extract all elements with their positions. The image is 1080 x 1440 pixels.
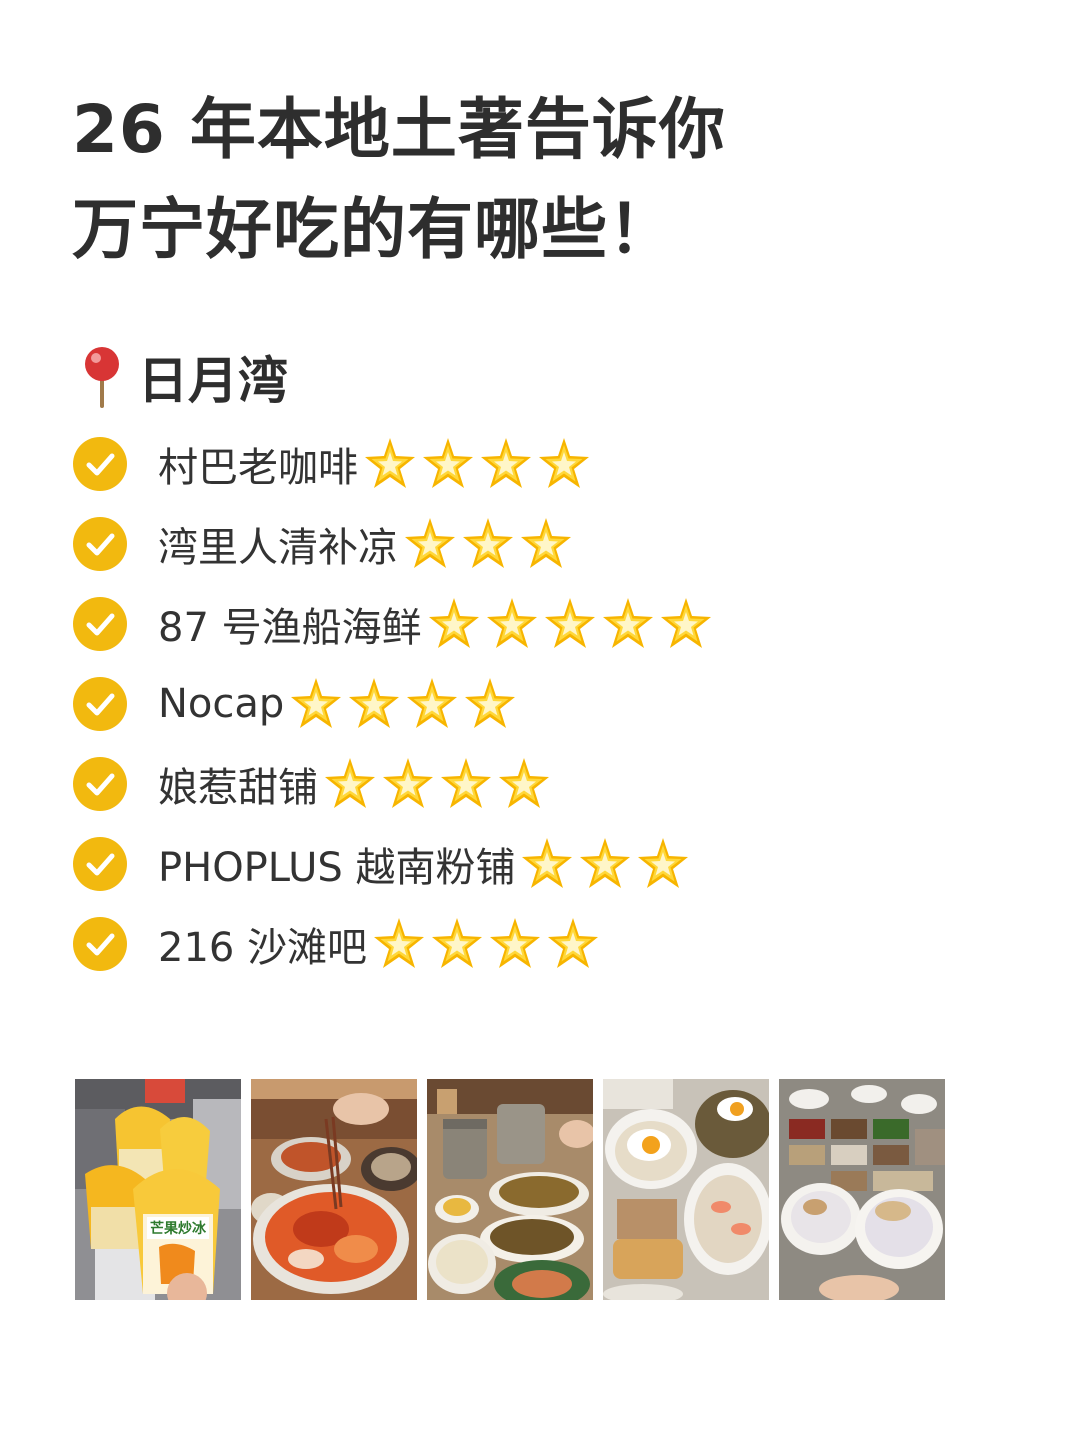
item-name: 湾里人清补凉 [158, 525, 398, 571]
glowing-star-icon [429, 916, 485, 972]
list-item: 村巴老咖啡 [72, 424, 1032, 504]
list-item: 216 沙滩吧 [72, 904, 1032, 984]
glowing-star-icon [438, 756, 494, 812]
check-circle-icon [72, 596, 128, 652]
noodles-coffee-photo[interactable] [427, 1079, 593, 1300]
list-item: 湾里人清补凉 [72, 504, 1032, 584]
page-title: 26 年本地土著告诉你 万宁好吃的有哪些！ [72, 80, 1012, 280]
title-line-1: 26 年本地土著告诉你 [72, 91, 726, 168]
glowing-star-icon [460, 516, 516, 572]
glowing-star-icon [322, 756, 378, 812]
star-rating [362, 436, 594, 492]
glowing-star-icon [658, 596, 714, 652]
mango-shaved-ice-photo[interactable]: 芒果炒冰 [75, 1079, 241, 1300]
section-header: 日月湾 [78, 340, 288, 414]
item-name: 村巴老咖啡 [158, 445, 358, 491]
photo-strip: 芒果炒冰 [75, 1079, 955, 1300]
restaurant-list: 村巴老咖啡 湾里人清补凉 87 号渔船海鲜 Nocap 娘惹甜铺 PHOPLUS… [72, 424, 1032, 984]
round-pushpin-icon [78, 344, 126, 410]
dessert-toppings-photo[interactable] [779, 1079, 945, 1300]
glowing-star-icon [536, 436, 592, 492]
star-rating [426, 596, 716, 652]
star-rating [402, 516, 576, 572]
glowing-star-icon [542, 596, 598, 652]
glowing-star-icon [371, 916, 427, 972]
glowing-star-icon [404, 676, 460, 732]
glowing-star-icon [635, 836, 691, 892]
item-name: 216 沙滩吧 [158, 925, 368, 971]
star-rating [322, 756, 554, 812]
check-circle-icon [72, 756, 128, 812]
item-name: PHOPLUS 越南粉铺 [158, 845, 516, 891]
list-item: Nocap [72, 664, 1032, 744]
glowing-star-icon [600, 596, 656, 652]
list-item: 87 号渔船海鲜 [72, 584, 1032, 664]
check-circle-icon [72, 836, 128, 892]
check-circle-icon [72, 676, 128, 732]
title-line-2: 万宁好吃的有哪些！ [72, 191, 675, 268]
pho-egg-photo[interactable] [603, 1079, 769, 1300]
star-rating [288, 676, 520, 732]
glowing-star-icon [426, 596, 482, 652]
glowing-star-icon [420, 436, 476, 492]
star-rating [371, 916, 603, 972]
glowing-star-icon [402, 516, 458, 572]
section-title: 日月湾 [138, 352, 288, 410]
check-circle-icon [72, 516, 128, 572]
glowing-star-icon [496, 756, 552, 812]
item-name: Nocap [158, 681, 285, 727]
glowing-star-icon [346, 676, 402, 732]
star-rating [519, 836, 693, 892]
list-item: 娘惹甜铺 [72, 744, 1032, 824]
check-circle-icon [72, 436, 128, 492]
glowing-star-icon [288, 676, 344, 732]
glowing-star-icon [518, 516, 574, 572]
glowing-star-icon [478, 436, 534, 492]
glowing-star-icon [484, 596, 540, 652]
item-name: 娘惹甜铺 [158, 765, 318, 811]
check-circle-icon [72, 916, 128, 972]
glowing-star-icon [545, 916, 601, 972]
item-name: 87 号渔船海鲜 [158, 605, 422, 651]
glowing-star-icon [362, 436, 418, 492]
seafood-crab-photo[interactable] [251, 1079, 417, 1300]
photo-label: 芒果炒冰 [150, 1220, 207, 1237]
glowing-star-icon [519, 836, 575, 892]
list-item: PHOPLUS 越南粉铺 [72, 824, 1032, 904]
glowing-star-icon [380, 756, 436, 812]
glowing-star-icon [462, 676, 518, 732]
glowing-star-icon [487, 916, 543, 972]
glowing-star-icon [577, 836, 633, 892]
